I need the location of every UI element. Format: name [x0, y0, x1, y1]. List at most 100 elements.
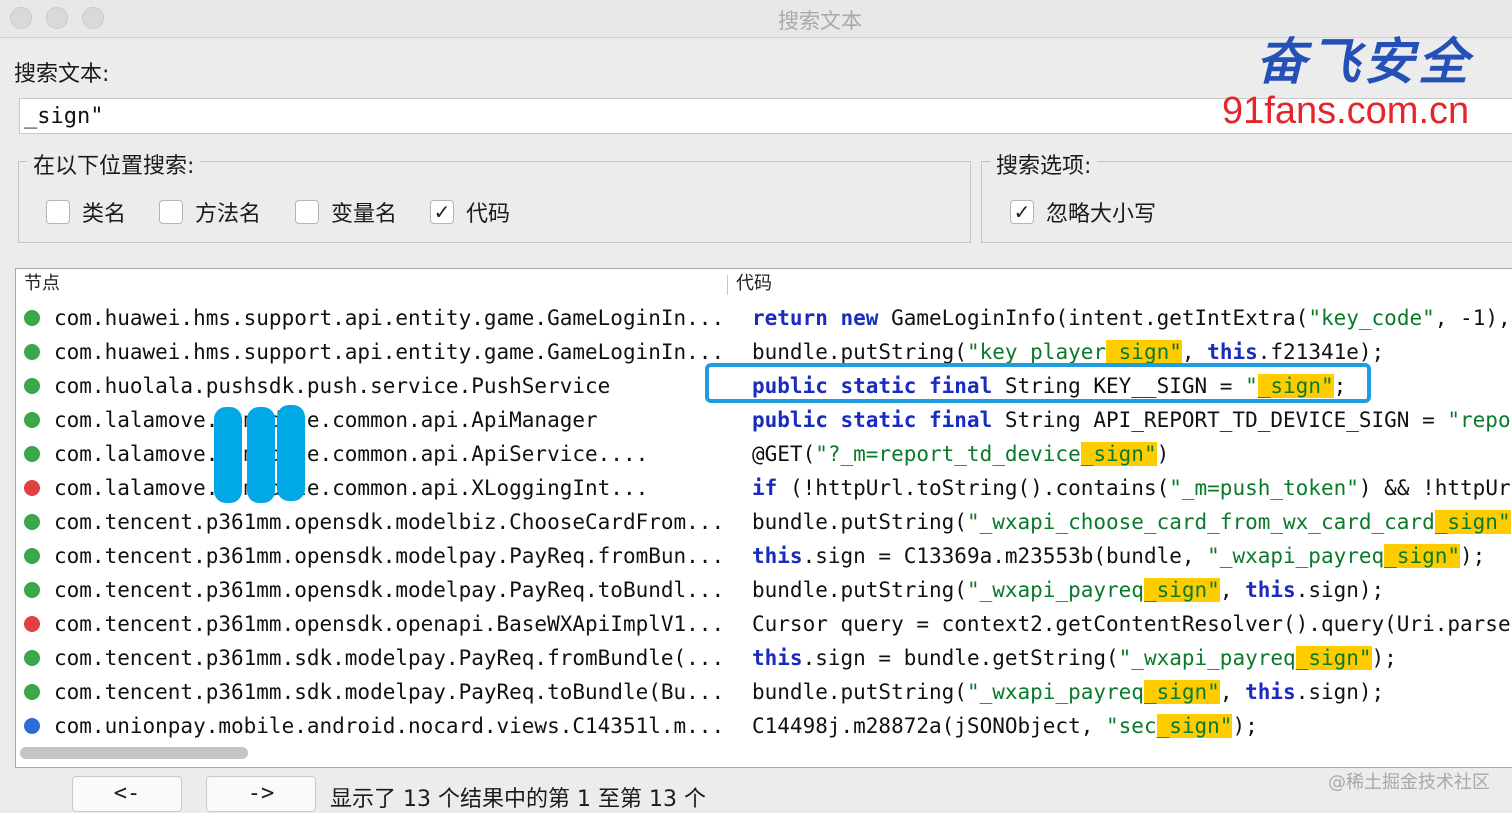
code-token: "_wxapi_payreq	[1118, 646, 1296, 670]
code-option[interactable]: ✓ 代码	[430, 196, 510, 228]
result-code: @GET("?_m=report_td_device_sign")	[752, 437, 1169, 471]
code-token: Cursor query = context2.getContentResolv…	[752, 612, 1512, 636]
ignore-case-option[interactable]: ✓ 忽略大小写	[1010, 196, 1156, 228]
private-method-icon	[24, 616, 40, 632]
code-token: this	[1245, 680, 1296, 704]
next-button[interactable]: ->	[206, 776, 316, 812]
result-code: bundle.putString("_wxapi_choose_card_fro…	[752, 505, 1512, 539]
code-token: bundle.putString(	[752, 578, 967, 602]
result-row[interactable]: com.tencent.p361mm.opensdk.modelpay.PayR…	[16, 573, 1512, 607]
code-token: );	[1371, 646, 1397, 670]
method-icon	[24, 650, 40, 666]
code-token: _sign"	[1080, 442, 1157, 466]
code-token: @GET(	[752, 442, 816, 466]
node-column-header[interactable]: 节点	[16, 269, 60, 299]
code-token: )	[1156, 442, 1170, 466]
result-code: if (!httpUrl.toString().contains("_m=pus…	[752, 471, 1512, 505]
code-token: .sign = bundle.getString(	[802, 646, 1119, 670]
code-token: "repor	[1447, 408, 1512, 432]
horizontal-scrollbar[interactable]	[20, 747, 248, 759]
code-token: new	[840, 306, 879, 330]
class-name-option[interactable]: 类名	[46, 196, 126, 228]
code-token: "_wxapi_choose_card_from_wx_card_card	[966, 510, 1435, 534]
code-token: , -1),	[1434, 306, 1511, 330]
code-token: "key_code"	[1308, 306, 1435, 330]
method-name-checkbox[interactable]	[159, 200, 183, 224]
result-node: com.lalamove. .module.common.api.ApiServ…	[54, 442, 649, 466]
method-icon	[24, 310, 40, 326]
code-token: _sign"	[1143, 578, 1220, 602]
result-code: C14498j.m28872a(jSONObject, "sec_sign");	[752, 709, 1258, 743]
results-table[interactable]: 节点 代码 com.huawei.hms.support.api.entity.…	[15, 268, 1512, 768]
code-token: (!httpUrl.toString().contains(	[777, 476, 1170, 500]
code-token: return	[752, 306, 828, 330]
status-text: 显示了 13 个结果中的第 1 至第 13 个	[330, 787, 706, 812]
class-name-label: 类名	[82, 202, 127, 227]
code-token: "_wxapi_payreq	[966, 680, 1144, 704]
code-checkbox[interactable]: ✓	[430, 200, 454, 224]
result-row[interactable]: com.tencent.p361mm.sdk.modelpay.PayReq.f…	[16, 641, 1512, 675]
code-token: ,	[1181, 340, 1208, 364]
class-name-checkbox[interactable]	[46, 200, 70, 224]
code-token: GameLoginInfo(intent.getIntExtra(	[878, 306, 1309, 330]
result-code: Cursor query = context2.getContentResolv…	[752, 607, 1512, 641]
code-column-header[interactable]: 代码	[728, 269, 772, 299]
code-token: _sign"	[1434, 510, 1511, 534]
method-name-option[interactable]: 方法名	[159, 196, 261, 228]
annotation-highlight-box	[705, 363, 1371, 403]
method-icon	[24, 344, 40, 360]
code-token: this	[1207, 340, 1258, 364]
code-token: .sign = C13369a.m23553b(bundle,	[802, 544, 1208, 568]
result-node: com.huawei.hms.support.api.entity.game.G…	[54, 340, 725, 364]
static-icon	[24, 480, 40, 496]
result-row[interactable]: com.tencent.p361mm.sdk.modelpay.PayReq.t…	[16, 675, 1512, 709]
code-token: ) && !httpUrl	[1358, 476, 1512, 500]
code-token: "sec	[1106, 714, 1157, 738]
code-token: _sign"	[1295, 646, 1372, 670]
ignore-case-checkbox[interactable]: ✓	[1010, 200, 1034, 224]
method-icon	[24, 684, 40, 700]
code-token: ,	[1219, 578, 1246, 602]
code-token: _sign"	[1106, 340, 1182, 364]
result-row[interactable]: com.tencent.p361mm.opensdk.modelbiz.Choo…	[16, 505, 1512, 539]
code-token: bundle.putString(	[752, 340, 967, 364]
watermark-footer: @稀土掘金技术社区	[1328, 772, 1490, 793]
result-code: public static final String API_REPORT_TD…	[752, 403, 1512, 437]
code-token: if	[752, 476, 778, 500]
watermark-url: 91fans.com.cn	[1222, 90, 1470, 132]
result-node: com.lalamove. .module.common.api.ApiMana…	[54, 408, 598, 432]
code-token: "_wxapi_payreq	[966, 578, 1144, 602]
method-name-label: 方法名	[195, 202, 262, 227]
redaction-mark	[277, 405, 305, 501]
ignore-case-label: 忽略大小写	[1046, 202, 1157, 227]
result-node: com.tencent.p361mm.opensdk.modelpay.PayR…	[54, 544, 725, 568]
search-location-title: 在以下位置搜索:	[27, 148, 201, 180]
result-row[interactable]: com.unionpay.mobile.android.nocard.views…	[16, 709, 1512, 743]
variable-name-label: 变量名	[331, 202, 398, 227]
code-token: .sign);	[1295, 578, 1385, 602]
code-token: _sign"	[1156, 714, 1233, 738]
code-token: .sign);	[1295, 680, 1385, 704]
result-node: com.tencent.p361mm.sdk.modelpay.PayReq.t…	[54, 680, 725, 704]
result-code: this.sign = bundle.getString("_wxapi_pay…	[752, 641, 1397, 675]
variable-name-option[interactable]: 变量名	[295, 196, 397, 228]
result-node: com.unionpay.mobile.android.nocard.views…	[54, 714, 725, 738]
result-node: com.tencent.p361mm.opensdk.openapi.BaseW…	[54, 612, 725, 636]
method-icon	[24, 514, 40, 530]
result-row[interactable]: com.tencent.p361mm.opensdk.openapi.BaseW…	[16, 607, 1512, 641]
code-token: this	[752, 646, 803, 670]
result-row[interactable]: com.huawei.hms.support.api.entity.game.G…	[16, 301, 1512, 335]
previous-button[interactable]: <-	[72, 776, 182, 812]
variable-name-checkbox[interactable]	[295, 200, 319, 224]
result-code: bundle.putString("_wxapi_payreq_sign", t…	[752, 675, 1384, 709]
final-icon	[24, 718, 40, 734]
result-row[interactable]: com.tencent.p361mm.opensdk.modelpay.PayR…	[16, 539, 1512, 573]
result-node: com.tencent.p361mm.opensdk.modelpay.PayR…	[54, 578, 725, 602]
method-icon	[24, 548, 40, 564]
interface-icon	[24, 446, 40, 462]
code-token: "_wxapi_payreq	[1207, 544, 1385, 568]
search-label: 搜索文本:	[14, 62, 110, 87]
code-token: String API_REPORT_TD_DEVICE_SIGN =	[992, 408, 1448, 432]
result-node: com.huolala.pushsdk.push.service.PushSer…	[54, 374, 611, 398]
